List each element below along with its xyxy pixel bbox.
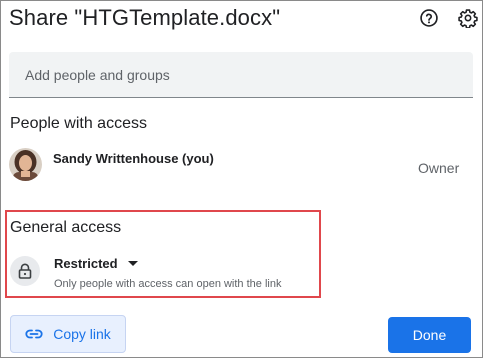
general-access-description: Only people with access can open with th…	[54, 278, 282, 290]
help-button[interactable]	[416, 5, 442, 31]
done-label: Done	[412, 327, 447, 343]
person-role: Owner	[418, 160, 460, 176]
lock-icon-circle	[10, 256, 40, 286]
user-photo-avatar	[9, 148, 42, 181]
general-access-dropdown[interactable]: Restricted	[54, 253, 138, 273]
help-circle-icon	[420, 9, 438, 27]
add-people-field[interactable]	[9, 52, 473, 98]
copy-link-label: Copy link	[53, 326, 111, 342]
caret-down-icon	[127, 260, 138, 266]
link-icon	[25, 329, 43, 339]
add-people-input[interactable]	[9, 52, 473, 97]
gear-icon	[458, 9, 478, 28]
person-row: Sandy Writtenhouse (you) Owner	[9, 148, 475, 188]
copy-link-button[interactable]: Copy link	[10, 315, 126, 353]
general-access-selected: Restricted	[54, 255, 118, 271]
lock-icon	[18, 263, 32, 279]
settings-button[interactable]	[455, 5, 481, 31]
done-button[interactable]: Done	[388, 317, 471, 353]
dialog-title: Share "HTGTemplate.docx"	[9, 5, 281, 30]
person-name: Sandy Writtenhouse (you)	[53, 151, 214, 166]
general-access-heading: General access	[10, 219, 122, 236]
share-dialog: Share "HTGTemplate.docx" People with acc…	[0, 0, 483, 358]
people-with-access-heading: People with access	[10, 115, 147, 132]
